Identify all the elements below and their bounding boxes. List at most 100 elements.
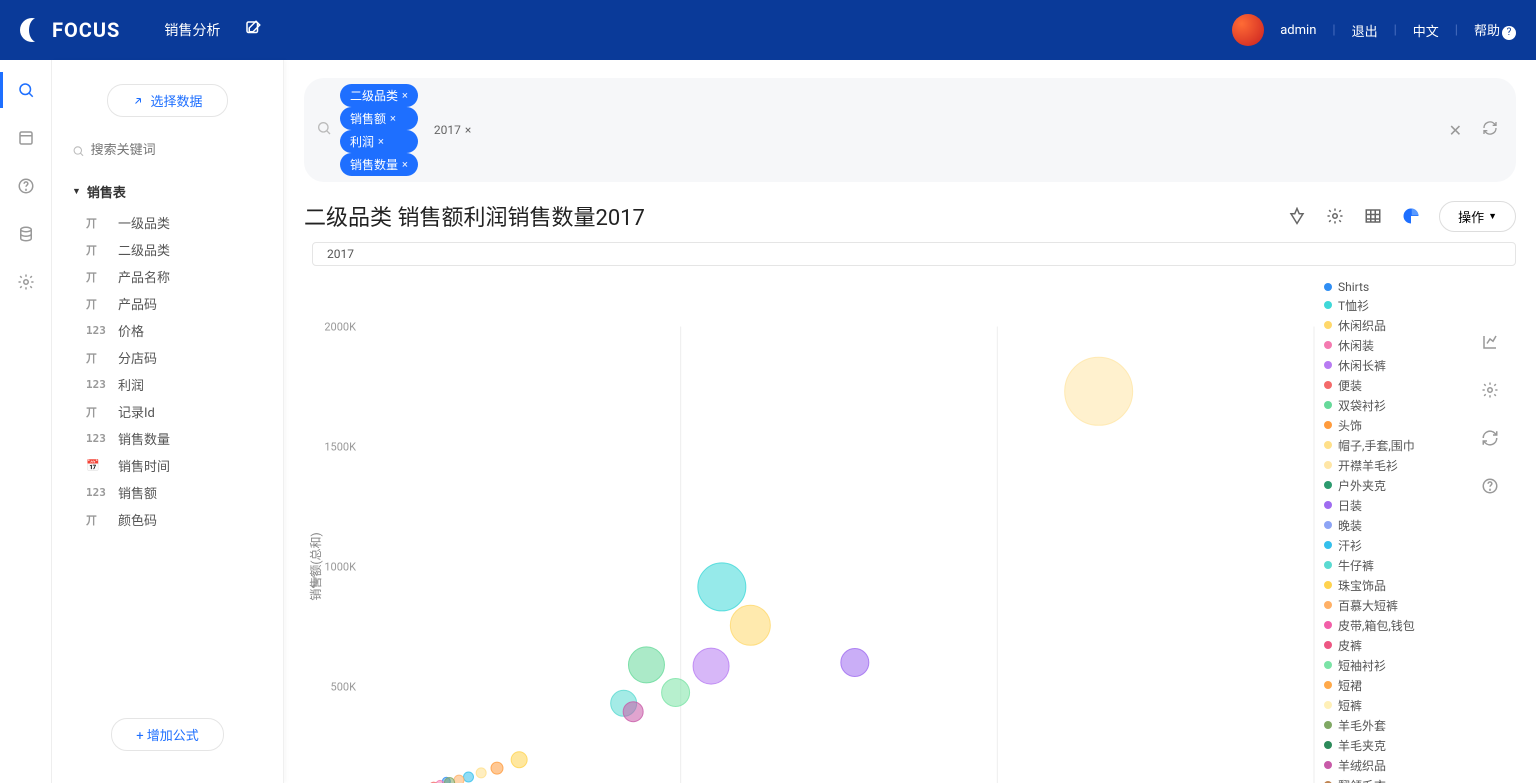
bubble[interactable] xyxy=(841,649,869,677)
legend-item[interactable]: 羊毛外套 xyxy=(1324,715,1464,735)
legend-dot-icon xyxy=(1324,681,1332,689)
legend-item[interactable]: 休闲织品 xyxy=(1324,315,1464,335)
nav-sales-analysis[interactable]: 销售分析 xyxy=(164,20,220,40)
field-item[interactable]: 丌记录Id xyxy=(52,398,283,425)
legend-dot-icon xyxy=(1324,521,1332,529)
pin-icon[interactable] xyxy=(1287,206,1307,226)
field-type-icon: 丌 xyxy=(86,350,108,366)
legend-item[interactable]: 头饰 xyxy=(1324,415,1464,435)
axis-config-icon[interactable] xyxy=(1480,332,1500,352)
legend-item[interactable]: 皮带,箱包,钱包 xyxy=(1324,615,1464,635)
add-formula-button[interactable]: + 增加公式 xyxy=(111,718,224,751)
plot-area[interactable]: 05K10K15K500K1000K1500K2000K销售数量(总和)销售额(… xyxy=(304,272,1324,783)
legend-item[interactable]: Shirts xyxy=(1324,278,1464,295)
chart-help-icon[interactable] xyxy=(1480,476,1500,496)
bubble[interactable] xyxy=(445,778,455,783)
bubble[interactable] xyxy=(454,775,464,783)
legend-item[interactable]: 短裤 xyxy=(1324,695,1464,715)
query-pill[interactable]: 销售数量 × xyxy=(340,153,418,176)
edit-icon[interactable] xyxy=(244,19,262,41)
query-pill[interactable]: 利润 × xyxy=(340,130,418,153)
rail-help-icon[interactable] xyxy=(16,176,36,196)
legend-item[interactable]: 双袋衬衫 xyxy=(1324,395,1464,415)
rail-settings-icon[interactable] xyxy=(16,272,36,292)
legend-item[interactable]: 晚装 xyxy=(1324,515,1464,535)
field-item[interactable]: 丌产品名称 xyxy=(52,263,283,290)
bubble[interactable] xyxy=(464,772,474,782)
settings-icon[interactable] xyxy=(1325,206,1345,226)
field-item[interactable]: 丌二级品类 xyxy=(52,236,283,263)
field-type-icon: 丌 xyxy=(86,512,108,528)
bubble[interactable] xyxy=(730,605,770,645)
field-search[interactable] xyxy=(72,137,263,164)
legend-item[interactable]: 短袖衬衫 xyxy=(1324,655,1464,675)
chart-view-icon[interactable] xyxy=(1401,206,1421,226)
help-link[interactable]: 帮助? xyxy=(1474,20,1516,40)
field-search-input[interactable] xyxy=(91,143,263,158)
field-item[interactable]: 丌颜色码 xyxy=(52,506,283,533)
lang-link[interactable]: 中文 xyxy=(1413,21,1439,40)
bubble[interactable] xyxy=(662,679,690,707)
logout-link[interactable]: 退出 xyxy=(1352,21,1378,40)
query-clear-icon[interactable]: ✕ xyxy=(1443,121,1468,140)
legend-item[interactable]: 牛仔裤 xyxy=(1324,555,1464,575)
rail-search-icon[interactable] xyxy=(16,80,36,100)
legend-label: 皮带,箱包,钱包 xyxy=(1338,617,1415,634)
logo[interactable]: FOCUS xyxy=(20,18,120,42)
legend-item[interactable]: 休闲装 xyxy=(1324,335,1464,355)
refresh-chart-icon[interactable] xyxy=(1480,428,1500,448)
legend-item[interactable]: 皮裤 xyxy=(1324,635,1464,655)
legend-label: 牛仔裤 xyxy=(1338,557,1374,574)
bubble[interactable] xyxy=(1065,357,1133,425)
field-item[interactable]: 📅销售时间 xyxy=(52,452,283,479)
chart-settings-icon[interactable] xyxy=(1480,380,1500,400)
bubble[interactable] xyxy=(476,768,486,778)
legend-item[interactable]: 帽子,手套,围巾 xyxy=(1324,435,1464,455)
tree-header[interactable]: ▼ 销售表 xyxy=(52,178,283,205)
field-label: 价格 xyxy=(118,321,144,340)
rail-dashboard-icon[interactable] xyxy=(16,128,36,148)
legend-item[interactable]: 便装 xyxy=(1324,375,1464,395)
field-item[interactable]: 丌分店码 xyxy=(52,344,283,371)
query-pill[interactable]: 销售额 × xyxy=(340,107,418,130)
legend-item[interactable]: 日装 xyxy=(1324,495,1464,515)
legend-item[interactable]: 羊毛夹克 xyxy=(1324,735,1464,755)
query-pill-plain[interactable]: 2017× xyxy=(426,120,479,140)
field-type-icon: 丌 xyxy=(86,242,108,258)
legend-item[interactable]: 百慕大短裤 xyxy=(1324,595,1464,615)
legend-item[interactable]: 休闲长裤 xyxy=(1324,355,1464,375)
query-bar[interactable]: 二级品类 ×销售额 ×利润 ×销售数量 × 2017× ✕ xyxy=(304,78,1516,182)
legend-item[interactable]: 羊绒织品 xyxy=(1324,755,1464,775)
legend-item[interactable]: 短裙 xyxy=(1324,675,1464,695)
query-pill[interactable]: 二级品类 × xyxy=(340,84,418,107)
year-tab[interactable]: 2017 xyxy=(312,242,1516,266)
field-item[interactable]: 123销售数量 xyxy=(52,425,283,452)
field-type-icon: 📅 xyxy=(86,459,108,472)
legend-item[interactable]: 珠宝饰品 xyxy=(1324,575,1464,595)
query-refresh-icon[interactable] xyxy=(1476,120,1504,140)
rail-database-icon[interactable] xyxy=(16,224,36,244)
field-item[interactable]: 123销售额 xyxy=(52,479,283,506)
legend-item[interactable]: 户外夹克 xyxy=(1324,475,1464,495)
field-label: 利润 xyxy=(118,375,144,394)
operations-button[interactable]: 操作▼ xyxy=(1439,201,1516,232)
legend-item[interactable]: T恤衫 xyxy=(1324,295,1464,315)
legend-item[interactable]: 翻领毛衣 xyxy=(1324,775,1464,783)
field-item[interactable]: 丌产品码 xyxy=(52,290,283,317)
avatar[interactable] xyxy=(1232,14,1264,46)
legend-item[interactable]: 开襟羊毛衫 xyxy=(1324,455,1464,475)
bubble[interactable] xyxy=(623,702,643,722)
bubble[interactable] xyxy=(693,648,729,684)
field-item[interactable]: 123利润 xyxy=(52,371,283,398)
top-right: admin | 退出 | 中文 | 帮助? xyxy=(1232,14,1516,46)
bubble[interactable] xyxy=(491,762,503,774)
bubble[interactable] xyxy=(628,647,664,683)
field-item[interactable]: 丌一级品类 xyxy=(52,209,283,236)
bubble[interactable] xyxy=(698,563,746,611)
username[interactable]: admin xyxy=(1280,23,1316,38)
table-view-icon[interactable] xyxy=(1363,206,1383,226)
bubble[interactable] xyxy=(511,752,527,768)
legend-item[interactable]: 汗衫 xyxy=(1324,535,1464,555)
select-data-button[interactable]: 选择数据 xyxy=(107,84,227,117)
field-item[interactable]: 123价格 xyxy=(52,317,283,344)
